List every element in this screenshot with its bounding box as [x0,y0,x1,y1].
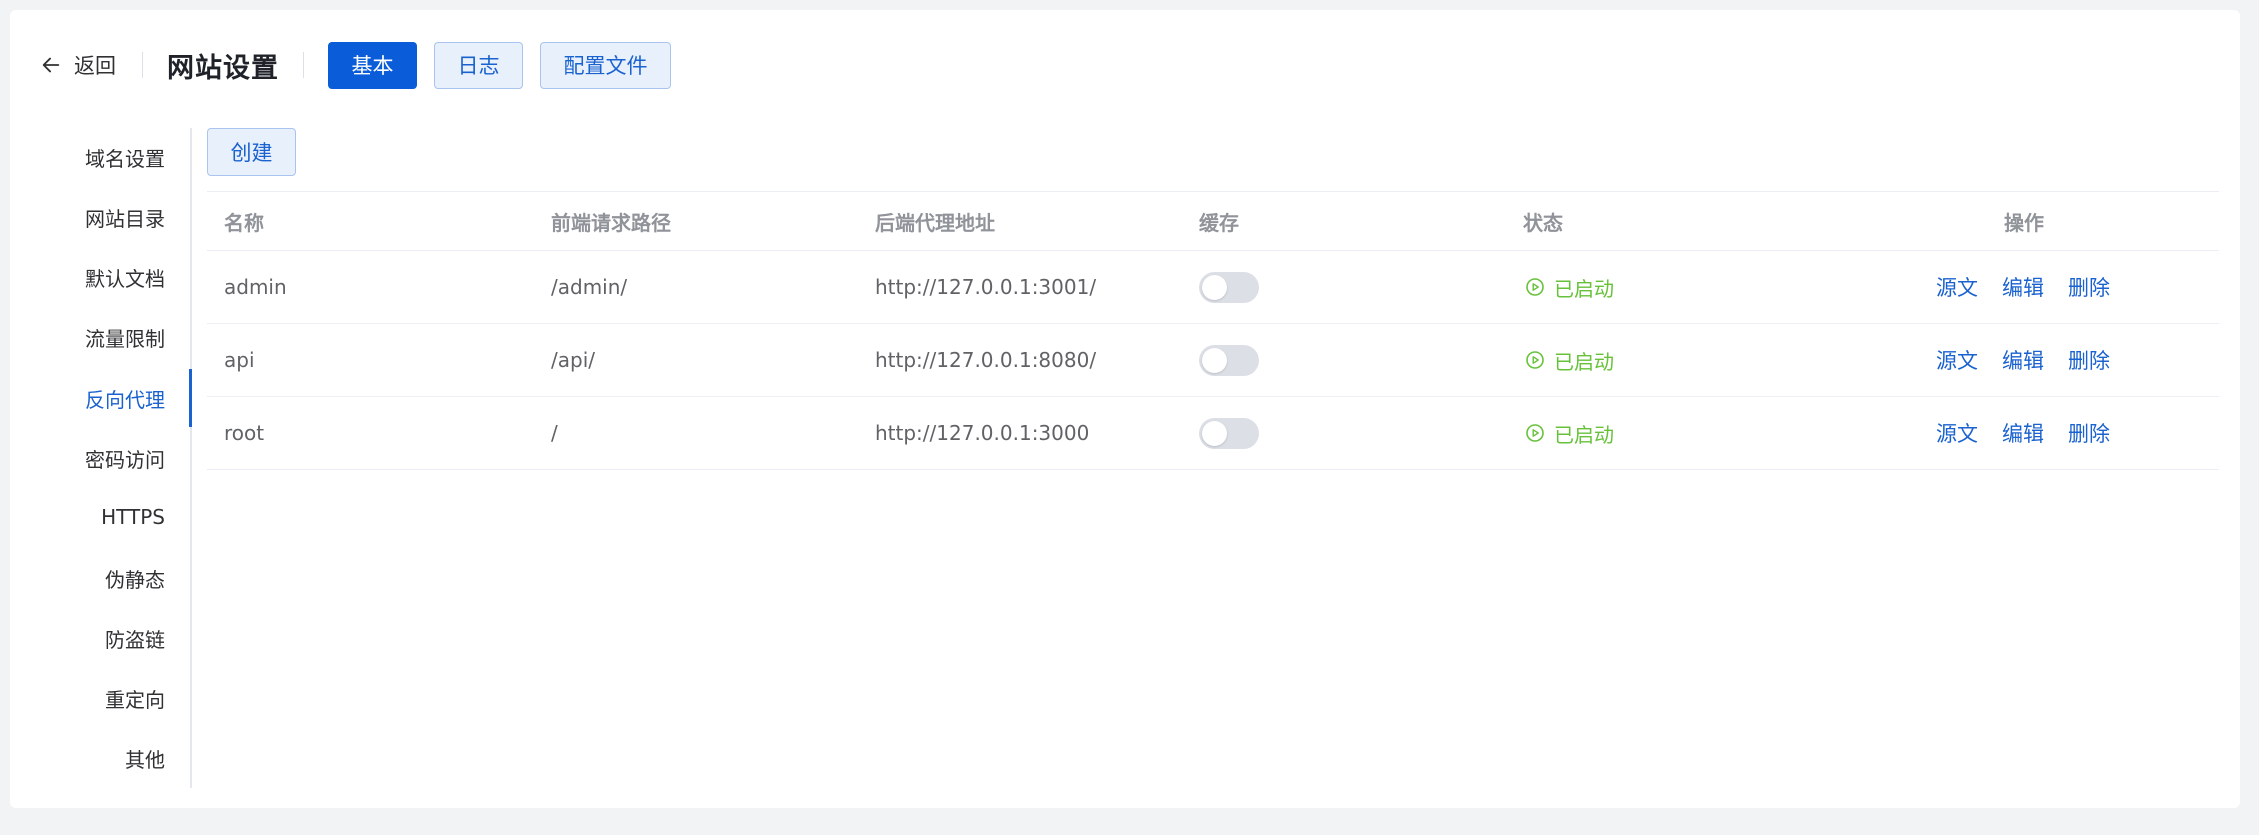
edit-link[interactable]: 编辑 [2002,418,2044,448]
back-button[interactable]: 返回 [40,40,116,90]
sidebar-active-indicator [189,369,192,427]
frontend-path: /api/ [551,348,595,372]
cache-toggle[interactable] [1199,417,1259,449]
table-row: api /api/ http://127.0.0.1:8080/ 已启动 源文 … [207,324,2219,397]
sidebar-item-https[interactable]: HTTPS [10,488,182,546]
sidebar-item-default-document[interactable]: 默认文档 [10,248,182,306]
frontend-path: /admin/ [551,275,628,299]
column-header-status: 状态 [1523,210,1563,235]
source-link[interactable]: 源文 [1936,345,1978,375]
edit-link[interactable]: 编辑 [2002,345,2044,375]
sidebar-item-hotlink-protection[interactable]: 防盗链 [10,609,182,667]
toggle-knob [1202,347,1227,373]
sidebar-item-password-access[interactable]: 密码访问 [10,429,182,487]
cache-toggle[interactable] [1199,344,1259,376]
sidebar-item-site-directory[interactable]: 网站目录 [10,188,182,246]
source-link[interactable]: 源文 [1936,272,1978,302]
column-header-cache: 缓存 [1199,210,1239,235]
backend-address: http://127.0.0.1:8080/ [875,348,1097,372]
settings-card: 返回 网站设置 基本 日志 配置文件 域名设置 网站目录 默认文档 流量限制 反… [10,10,2240,808]
sidebar-divider [190,128,192,788]
delete-link[interactable]: 删除 [2068,418,2110,448]
sidebar-item-traffic-limit[interactable]: 流量限制 [10,308,182,366]
back-label: 返回 [74,54,116,78]
column-header-name: 名称 [224,210,264,235]
cache-toggle[interactable] [1199,271,1259,303]
table-row: root / http://127.0.0.1:3000 已启动 源文 编辑 删… [207,397,2219,470]
edit-link[interactable]: 编辑 [2002,272,2044,302]
table-row: admin /admin/ http://127.0.0.1:3001/ 已启动… [207,251,2219,324]
backend-address: http://127.0.0.1:3000 [875,421,1090,445]
backend-address: http://127.0.0.1:3001/ [875,275,1097,299]
frontend-path: / [551,421,558,445]
toggle-knob [1202,274,1227,300]
tab-basic[interactable]: 基本 [328,41,417,89]
sidebar-item-other[interactable]: 其他 [10,729,182,787]
sidebar-item-rewrite[interactable]: 伪静态 [10,549,182,607]
proxy-table: 名称 前端请求路径 后端代理地址 缓存 状态 操作 admin /admin/ … [207,191,2219,470]
delete-link[interactable]: 删除 [2068,345,2110,375]
status-badge: 已启动 [1523,346,1614,375]
sidebar-item-redirect[interactable]: 重定向 [10,669,182,727]
status-text: 已启动 [1554,349,1614,374]
delete-link[interactable]: 删除 [2068,272,2110,302]
proxy-name: root [224,421,265,445]
sidebar-item-domain[interactable]: 域名设置 [10,128,182,186]
status-badge: 已启动 [1523,419,1614,448]
sidebar-item-reverse-proxy[interactable]: 反向代理 [10,369,182,427]
status-text: 已启动 [1554,276,1614,301]
arrow-left-icon [42,57,60,73]
tab-log[interactable]: 日志 [434,41,523,89]
column-header-backend-address: 后端代理地址 [875,210,995,235]
proxy-name: admin [224,275,287,299]
status-badge: 已启动 [1523,273,1614,302]
create-button[interactable]: 创建 [207,128,296,176]
proxy-name: api [224,348,255,372]
page-title: 网站设置 [167,52,279,84]
toggle-knob [1202,420,1227,446]
header-divider [303,52,304,78]
play-circle-icon [1526,278,1544,296]
source-link[interactable]: 源文 [1936,418,1978,448]
tab-config-file[interactable]: 配置文件 [540,41,671,89]
header-divider [142,52,143,78]
column-header-frontend-path: 前端请求路径 [551,210,671,235]
page-header: 返回 网站设置 基本 日志 配置文件 [40,40,688,90]
play-circle-icon [1526,424,1544,442]
column-header-actions: 操作 [2004,210,2044,235]
play-circle-icon [1526,351,1544,369]
status-text: 已启动 [1554,422,1614,447]
table-header: 名称 前端请求路径 后端代理地址 缓存 状态 操作 [207,191,2219,251]
